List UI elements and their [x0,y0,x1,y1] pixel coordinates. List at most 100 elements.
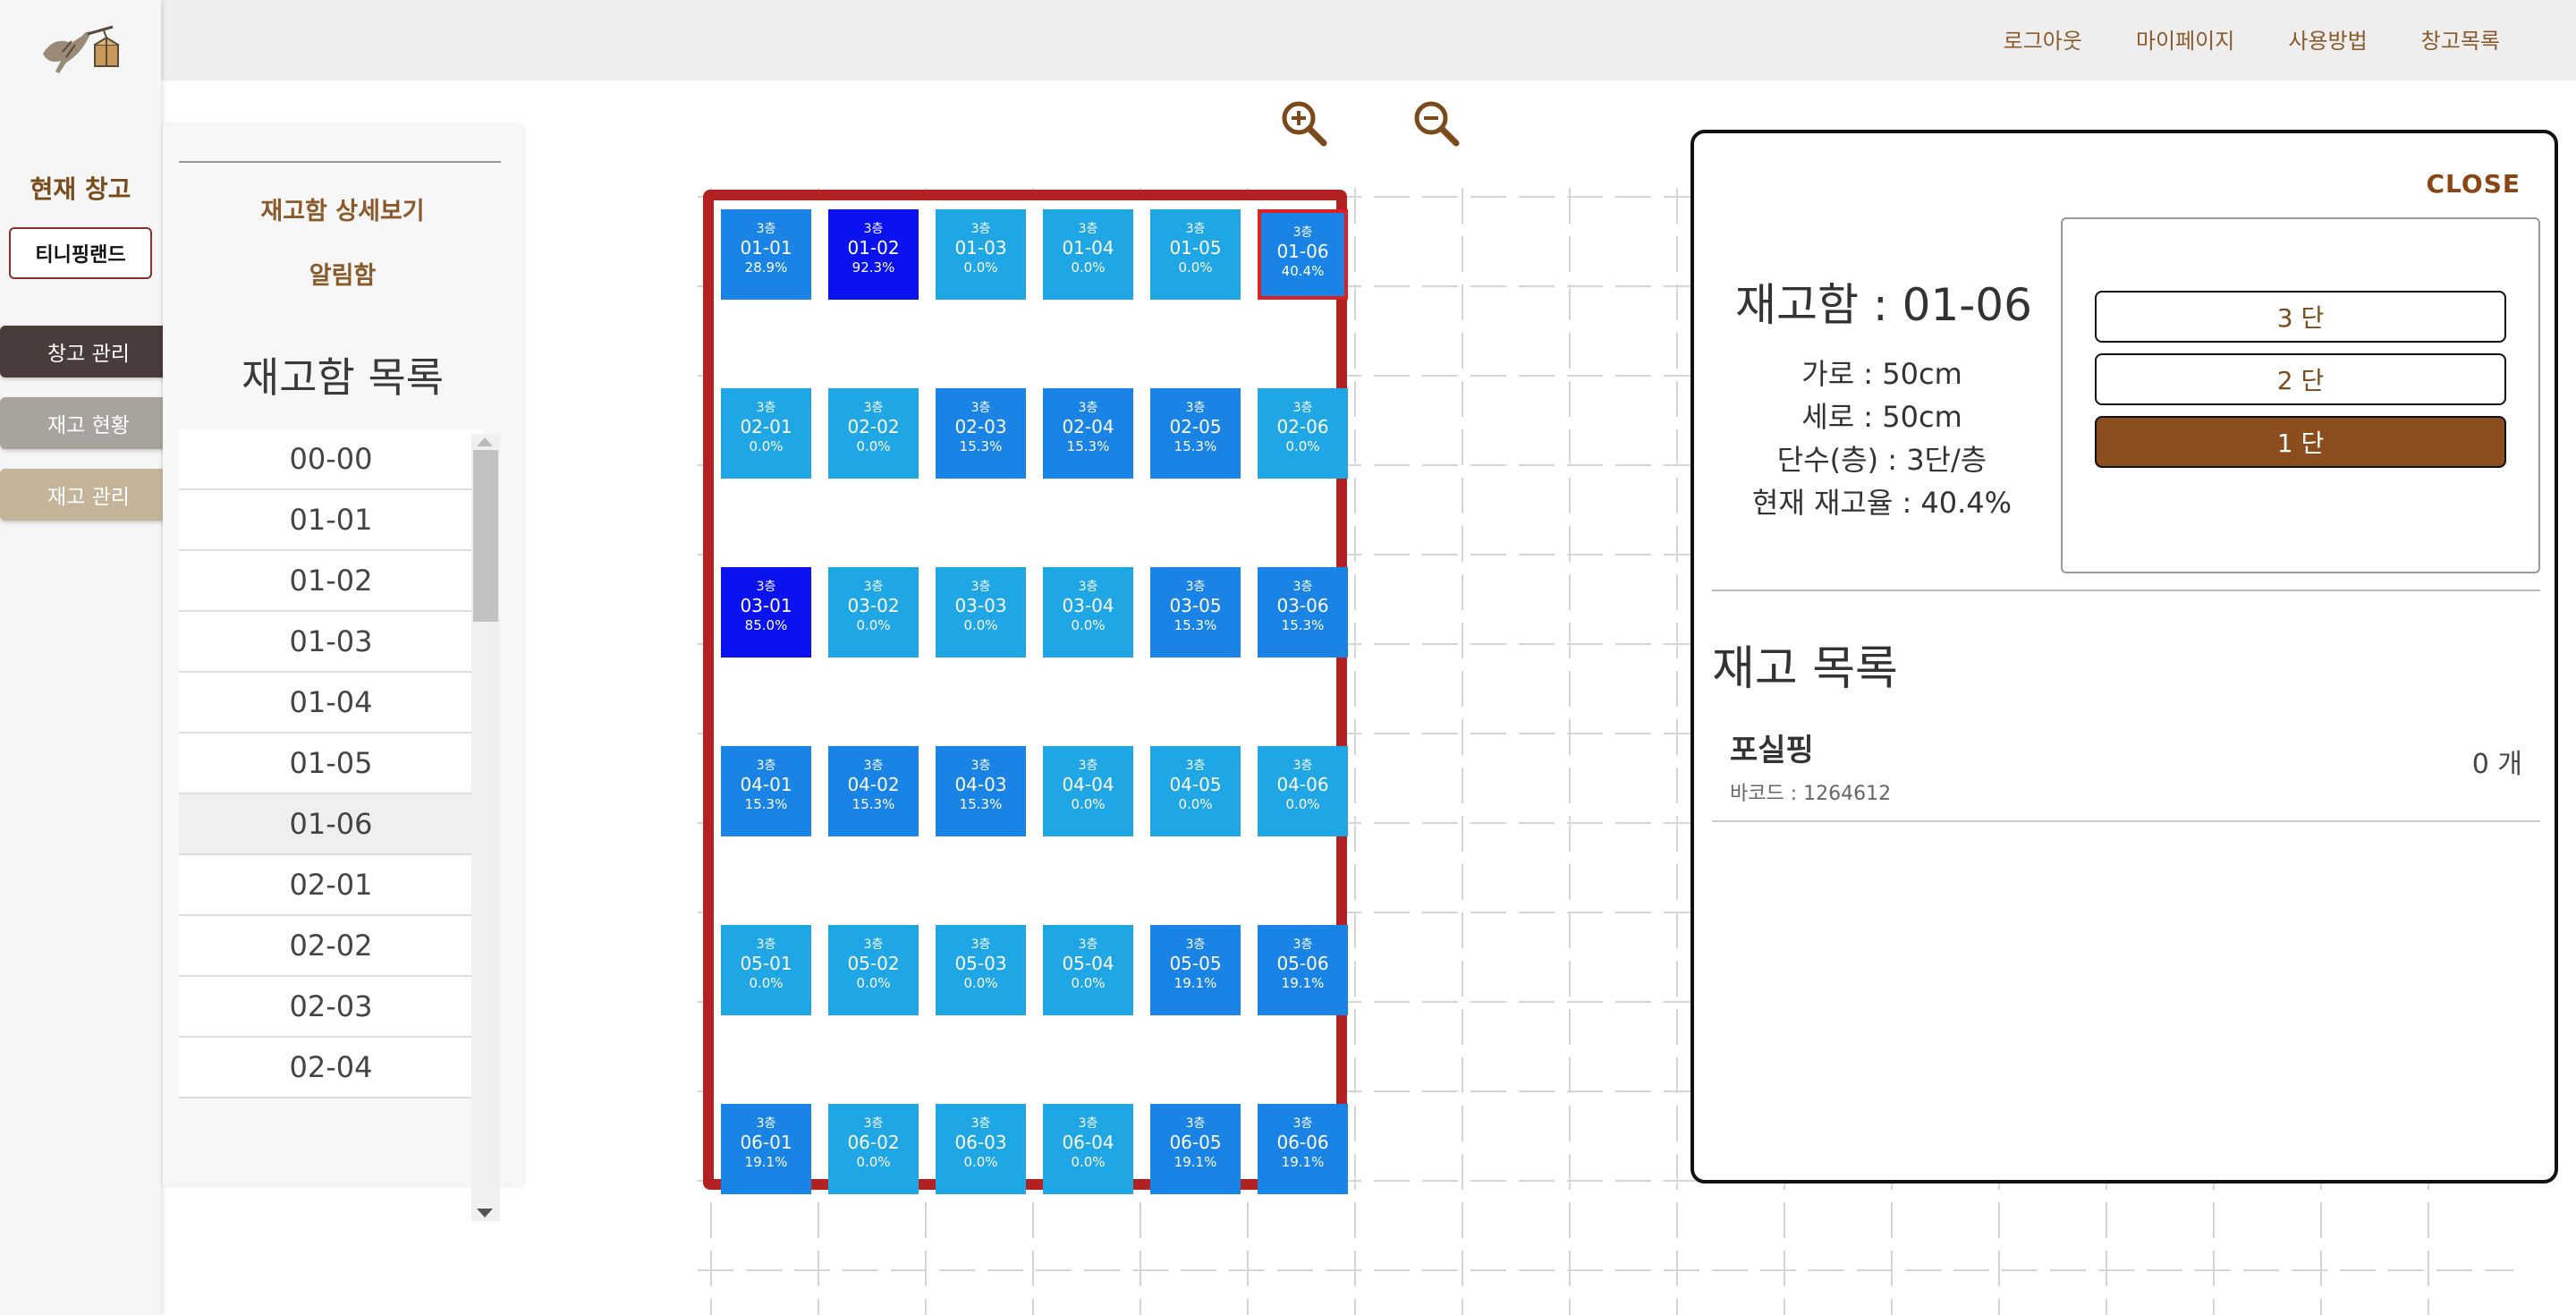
bin-cell[interactable]: 3층 03-03 0.0% [936,567,1026,658]
bin-id: 03-04 [1062,595,1114,616]
scroll-down-icon[interactable] [477,1209,493,1217]
bin-cell[interactable]: 3층 06-06 19.1% [1258,1104,1348,1194]
bin-stock-rate: 15.3% [1066,438,1110,454]
bin-stock-rate: 0.0% [1285,796,1320,812]
bin-cell[interactable]: 3층 04-06 0.0% [1258,746,1348,836]
bin-floor-label: 3층 [970,401,991,415]
bin-cell[interactable]: 3층 04-02 15.3% [828,746,919,836]
bin-cell[interactable]: 3층 05-01 0.0% [721,925,811,1015]
nav-howto[interactable]: 사용방법 [2288,23,2367,55]
bin-floor-label: 3층 [756,580,776,594]
bin-cell[interactable]: 3층 06-03 0.0% [936,1104,1026,1194]
zoom-out-icon[interactable] [1410,97,1463,150]
bin-list-item[interactable]: 01-02 [179,551,483,612]
bin-cell[interactable]: 3층 05-03 0.0% [936,925,1026,1015]
bin-detail-link[interactable]: 재고함 상세보기 [163,191,522,226]
bin-list-item[interactable]: 00-00 [179,429,483,490]
tier-button[interactable]: 2 단 [2095,353,2506,405]
inventory-item[interactable]: 포실핑 바코드 : 1264612 0 개 [1712,715,2540,822]
bin-stock-rate: 15.3% [744,796,788,812]
close-button[interactable]: CLOSE [2427,169,2521,199]
bin-list-item[interactable]: 01-06 [179,794,483,855]
bin-stock-rate: 0.0% [963,617,998,633]
bin-list-item[interactable]: 02-03 [179,977,483,1038]
left-sidebar: 현재 창고 티니핑랜드 창고 관리 재고 현황 재고 관리 [0,0,177,1315]
bin-cell[interactable]: 3층 01-03 0.0% [936,209,1026,300]
nav-warehouse-list[interactable]: 창고목록 [2421,23,2500,55]
tier-button[interactable]: 1 단 [2095,416,2506,468]
bin-id: 06-06 [1276,1132,1329,1153]
bin-cell[interactable]: 3층 01-05 0.0% [1150,209,1241,300]
bin-cell[interactable]: 3층 04-03 15.3% [936,746,1026,836]
bin-list-item[interactable]: 02-02 [179,916,483,977]
bin-cell[interactable]: 3층 01-01 28.9% [721,209,811,300]
bin-cell[interactable]: 3층 03-04 0.0% [1043,567,1133,658]
menu-stock-status[interactable]: 재고 현황 [0,397,177,449]
bin-id: 01-02 [847,237,900,259]
top-nav: 로그아웃 마이페이지 사용방법 창고목록 [2004,23,2500,55]
bin-stock-rate: 28.9% [744,259,788,276]
bin-floor-label: 3층 [863,759,884,773]
bin-list-item[interactable]: 01-04 [179,673,483,734]
warehouse-name-button[interactable]: 티니핑랜드 [9,227,152,279]
bin-cell[interactable]: 3층 01-04 0.0% [1043,209,1133,300]
bin-id: 04-03 [954,774,1007,795]
bin-cell[interactable]: 3층 03-02 0.0% [828,567,919,658]
bin-cell[interactable]: 3층 02-05 15.3% [1150,388,1241,479]
bin-list: 00-00 01-01 01-02 01-03 01-04 01-05 01-06 02-01… [179,429,483,1226]
bin-id: 04-04 [1062,774,1114,795]
bin-cell[interactable]: 3층 02-03 15.3% [936,388,1026,479]
bin-list-item[interactable]: 02-04 [179,1038,483,1099]
bin-cell[interactable]: 3층 03-06 15.3% [1258,567,1348,658]
bin-cell[interactable]: 3층 04-04 0.0% [1043,746,1133,836]
bin-floor-label: 3층 [863,401,884,415]
bin-cell[interactable]: 3층 05-06 19.1% [1258,925,1348,1015]
bin-list-item[interactable]: 01-05 [179,734,483,794]
bin-floor-label: 3층 [970,937,991,952]
bin-floor-label: 3층 [1185,1116,1206,1131]
nav-logout[interactable]: 로그아웃 [2004,23,2082,55]
bin-cell[interactable]: 3층 06-05 19.1% [1150,1104,1241,1194]
scroll-up-icon[interactable] [477,437,493,446]
bin-list-item[interactable]: 01-01 [179,490,483,551]
bin-cell[interactable]: 3층 01-06 40.4% [1258,209,1348,300]
bin-cell[interactable]: 3층 04-01 15.3% [721,746,811,836]
bin-cell[interactable]: 3층 02-01 0.0% [721,388,811,479]
bin-cell[interactable]: 3층 02-04 15.3% [1043,388,1133,479]
bin-id: 01-06 [1276,241,1329,262]
bin-list-scrollbar[interactable] [471,434,500,1221]
bin-floor-label: 3층 [1078,937,1098,952]
bin-stock-rate: 0.0% [963,259,998,276]
bin-cell[interactable]: 3층 03-01 85.0% [721,567,811,658]
bin-floor-label: 3층 [756,1116,776,1131]
scrollbar-thumb[interactable] [473,450,498,622]
zoom-in-icon[interactable] [1277,97,1331,150]
bin-stock-rate: 15.3% [959,438,1003,454]
bin-cell[interactable]: 3층 06-04 0.0% [1043,1104,1133,1194]
tier-button[interactable]: 3 단 [2095,291,2506,343]
bin-floor-label: 3층 [863,580,884,594]
bin-id: 05-02 [847,953,900,974]
notifications-link[interactable]: 알림함 [163,256,522,291]
bin-list-item[interactable]: 02-01 [179,855,483,916]
nav-mypage[interactable]: 마이페이지 [2136,23,2234,55]
bin-cell[interactable]: 3층 05-02 0.0% [828,925,919,1015]
bin-cell[interactable]: 3층 01-02 92.3% [828,209,919,300]
bin-cell[interactable]: 3층 02-06 0.0% [1258,388,1348,479]
inventory-title: 재고 목록 [1712,642,1898,696]
menu-stock-manage[interactable]: 재고 관리 [0,469,177,521]
bin-stock-rate: 0.0% [856,438,891,454]
stork-logo-icon[interactable] [36,18,125,81]
menu-warehouse-manage[interactable]: 창고 관리 [0,326,177,378]
bin-cell[interactable]: 3층 06-02 0.0% [828,1104,919,1194]
bin-floor-label: 3층 [756,222,776,236]
bin-cell[interactable]: 3층 03-05 15.3% [1150,567,1241,658]
bin-cell[interactable]: 3층 06-01 19.1% [721,1104,811,1194]
bin-stock-rate: 15.3% [959,796,1003,812]
bin-id: 03-06 [1276,595,1329,616]
bin-cell[interactable]: 3층 02-02 0.0% [828,388,919,479]
bin-cell[interactable]: 3층 04-05 0.0% [1150,746,1241,836]
bin-cell[interactable]: 3층 05-05 19.1% [1150,925,1241,1015]
bin-cell[interactable]: 3층 05-04 0.0% [1043,925,1133,1015]
bin-list-item[interactable]: 01-03 [179,612,483,673]
